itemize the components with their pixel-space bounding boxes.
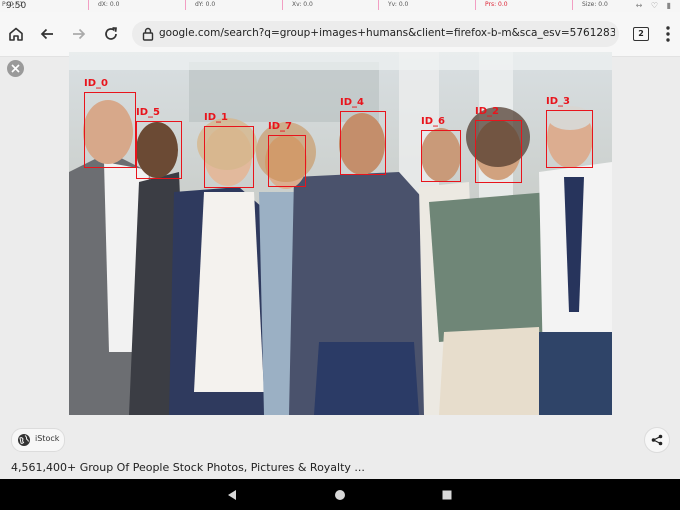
back-icon[interactable] xyxy=(35,22,59,46)
system-nav-bar xyxy=(0,479,680,510)
home-circle-icon[interactable] xyxy=(331,486,349,504)
face-box xyxy=(475,120,522,183)
overlay-pressure: Prs: 0.0 xyxy=(485,1,508,8)
face-box-label: ID_1 xyxy=(204,112,228,123)
result-title-link[interactable]: 4,561,400+ Group Of People Stock Photos,… xyxy=(11,461,365,474)
source-name: iStock xyxy=(35,434,60,443)
overlay-xv: Xv: 0.0 xyxy=(292,1,313,8)
face-box-label: ID_7 xyxy=(268,121,292,132)
face-box xyxy=(268,135,306,187)
status-bar: 9:50 P: 0 / 1 dX: 0.0 dY: 0.0 Xv: 0.0 Yv… xyxy=(0,0,680,12)
face-box xyxy=(204,126,254,188)
overlay-size: Size: 0.0 xyxy=(582,1,608,8)
source-chip[interactable]: iStock xyxy=(11,428,65,452)
reload-icon[interactable] xyxy=(99,22,123,46)
face-box-label: ID_0 xyxy=(84,78,108,89)
url-text: google.com/search?q=group+images+humans&… xyxy=(159,27,615,39)
face-box xyxy=(546,110,593,168)
tab-counter-button[interactable]: 2 xyxy=(633,27,649,41)
browser-toolbar: google.com/search?q=group+images+humans&… xyxy=(0,12,680,57)
close-icon[interactable] xyxy=(7,60,24,77)
forward-icon[interactable] xyxy=(67,22,91,46)
face-box xyxy=(84,92,136,168)
face-box-label: ID_3 xyxy=(546,96,570,107)
overlay-yv: Yv: 0.0 xyxy=(388,1,409,8)
lock-icon xyxy=(142,27,154,41)
address-bar[interactable]: google.com/search?q=group+images+humans&… xyxy=(132,21,619,47)
recents-square-icon[interactable] xyxy=(438,486,456,504)
face-box xyxy=(421,130,461,182)
overlay-dy: dY: 0.0 xyxy=(195,1,216,8)
face-box xyxy=(340,111,386,175)
face-box-label: ID_2 xyxy=(475,106,499,117)
face-box-label: ID_4 xyxy=(340,97,364,108)
result-image[interactable]: ID_0 ID_5 ID_1 ID_7 ID_4 ID_6 ID_2 ID_3 xyxy=(69,52,612,415)
back-triangle-icon[interactable] xyxy=(223,486,241,504)
face-box-label: ID_5 xyxy=(136,107,160,118)
menu-icon[interactable] xyxy=(660,22,676,46)
face-box xyxy=(136,121,182,179)
face-box-label: ID_6 xyxy=(421,116,445,127)
overlay-dx: dX: 0.0 xyxy=(98,1,120,8)
globe-icon xyxy=(18,434,30,446)
status-icons: ↔ ♡ ▮ xyxy=(635,1,674,10)
home-icon[interactable] xyxy=(4,22,28,46)
share-icon[interactable] xyxy=(644,427,670,453)
overlay-pointer-count: P: 0 / 1 xyxy=(2,1,24,8)
